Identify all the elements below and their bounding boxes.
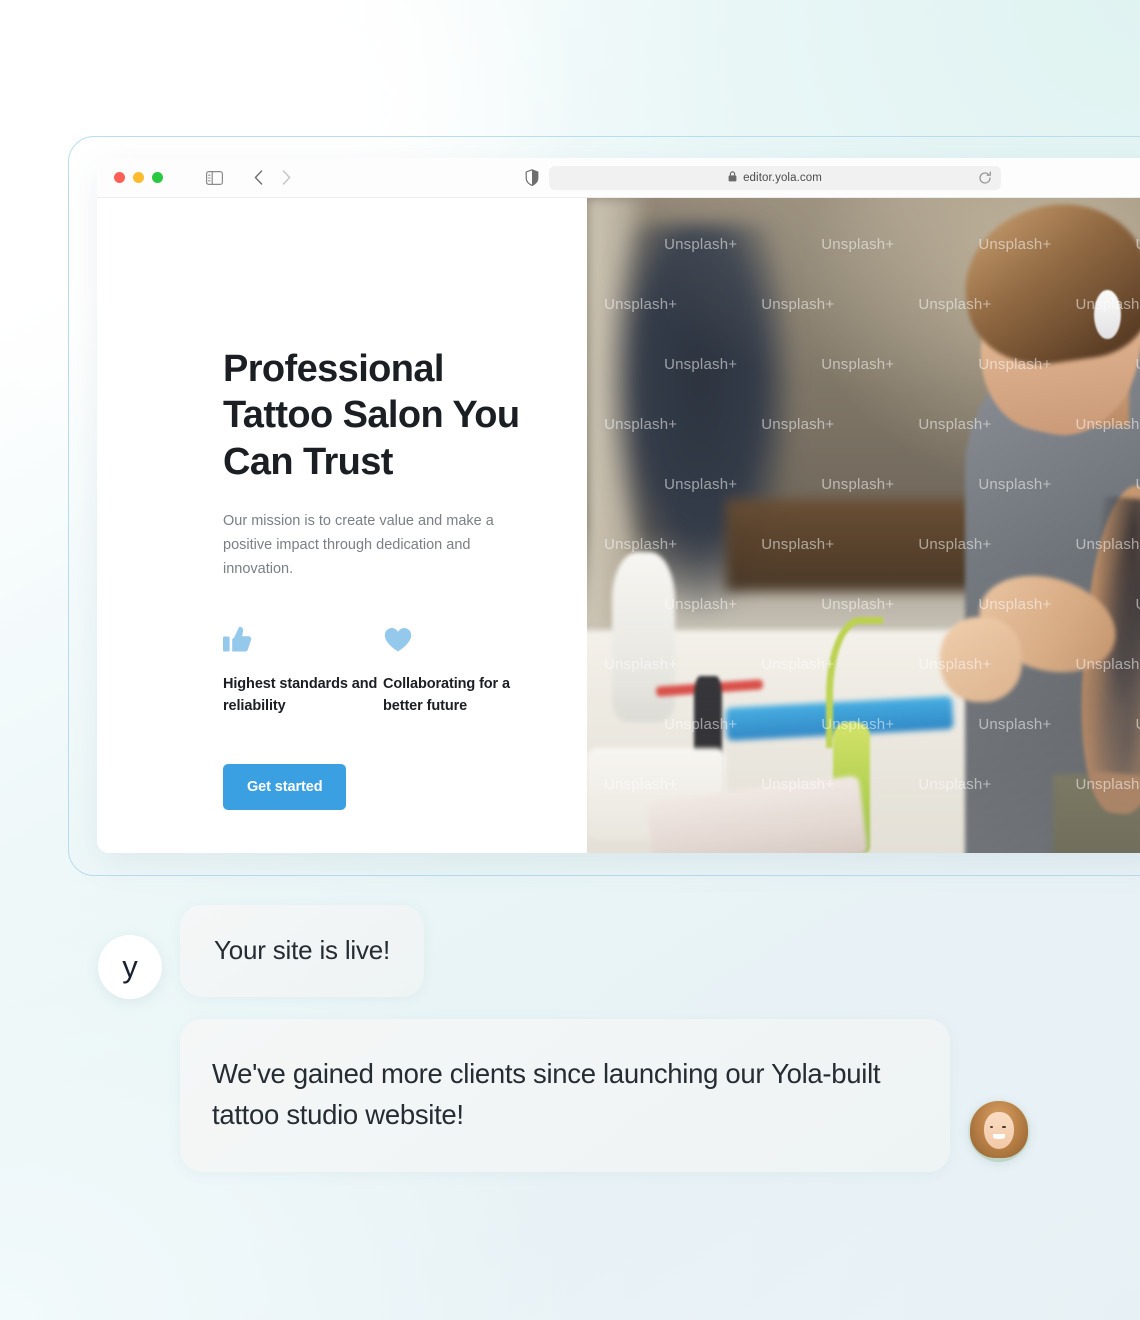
reload-icon[interactable] <box>978 171 992 190</box>
website-preview: Professional Tattoo Salon You Can Trust … <box>97 198 1140 853</box>
feature-item: Highest standards and reliability <box>223 625 383 718</box>
chat-message-row: y Your site is live! <box>98 903 425 999</box>
minimize-window-button[interactable] <box>133 172 144 183</box>
get-started-button[interactable]: Get started <box>223 763 347 810</box>
page-title: Professional Tattoo Salon You Can Trust <box>223 348 520 483</box>
chevron-right-icon[interactable] <box>282 170 291 185</box>
zoom-window-button[interactable] <box>152 172 163 183</box>
feature-item: Collaborating for a better future <box>383 625 543 718</box>
heart-icon <box>383 625 543 654</box>
thumbs-up-icon <box>223 625 383 654</box>
yola-logo-avatar: y <box>98 935 162 999</box>
shield-icon[interactable] <box>525 169 539 191</box>
hero-subcopy: Our mission is to create value and make … <box>223 513 494 578</box>
customer-photo-avatar <box>968 1099 1030 1162</box>
lock-icon <box>728 169 737 187</box>
chat-message-row: We've gained more clients since launchin… <box>180 1019 1030 1172</box>
hero-copy-column: Professional Tattoo Salon You Can Trust … <box>97 198 587 853</box>
feature-list: Highest standards and reliability Collab… <box>223 625 543 718</box>
chevron-left-icon[interactable] <box>254 170 263 185</box>
yola-logo-letter: y <box>122 948 138 984</box>
chat-bubble: Your site is live! <box>180 905 425 997</box>
chat-bubble: We've gained more clients since launchin… <box>180 1019 950 1172</box>
feature-label: Highest standards and reliability <box>223 676 378 715</box>
close-window-button[interactable] <box>114 172 125 183</box>
browser-window: editor.yola.com Professional Tattoo Salo… <box>97 158 1140 853</box>
address-bar-url: editor.yola.com <box>743 172 822 184</box>
hero-image: Unsplash+ Unsplash+ Unsplash+ Unsplash+ Unsp… <box>587 198 1140 853</box>
address-bar[interactable]: editor.yola.com <box>549 166 1001 190</box>
feature-label: Collaborating for a better future <box>383 676 510 715</box>
hero-photo <box>587 198 1140 853</box>
sidebar-icon[interactable] <box>206 170 223 185</box>
browser-toolbar: editor.yola.com <box>97 158 1140 198</box>
window-controls <box>114 172 163 183</box>
